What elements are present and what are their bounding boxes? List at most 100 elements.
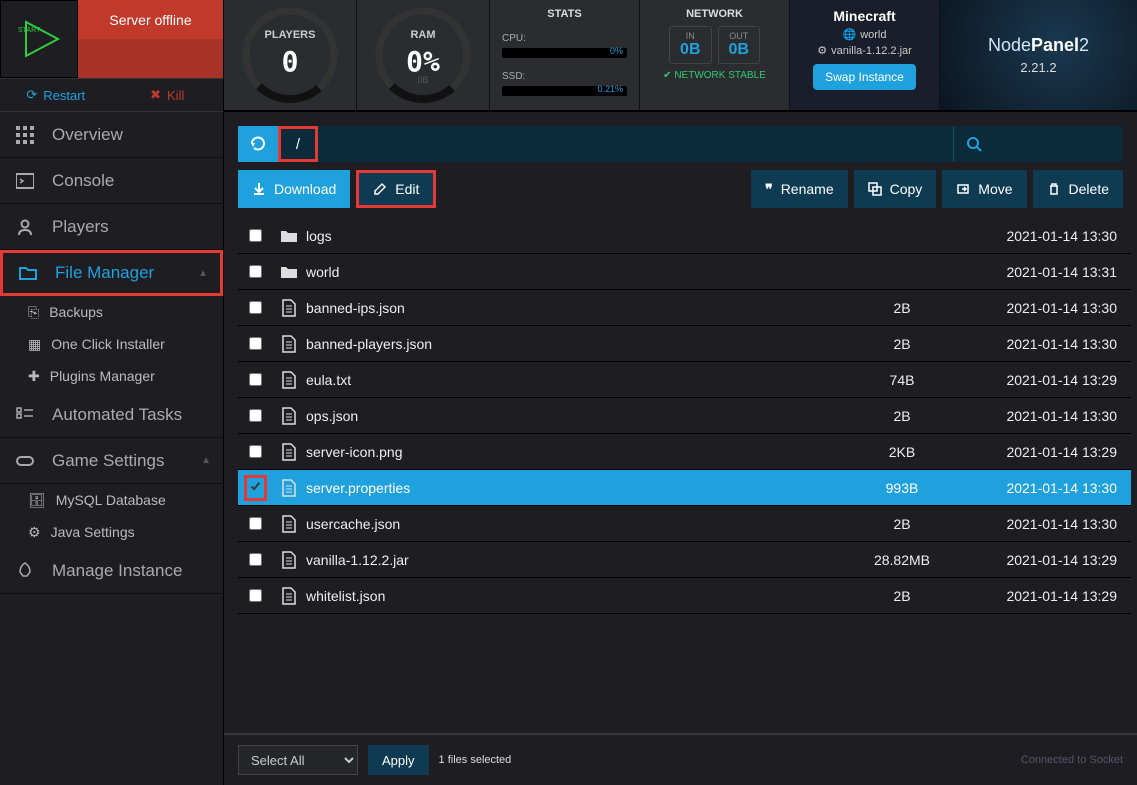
nav-java[interactable]: ⚙ Java Settings (0, 516, 223, 548)
file-checkbox[interactable] (249, 373, 262, 386)
file-name: logs (306, 228, 837, 244)
search-icon (966, 136, 982, 152)
file-checkbox[interactable] (249, 480, 262, 493)
download-icon (252, 182, 266, 196)
file-row[interactable]: whitelist.json2B2021-01-14 13:29 (238, 578, 1131, 614)
file-row[interactable]: vanilla-1.12.2.jar28.82MB2021-01-14 13:2… (238, 542, 1131, 578)
rename-button[interactable]: ❞ Rename (751, 170, 847, 208)
move-icon (956, 182, 970, 196)
nav-players[interactable]: Players (0, 204, 223, 250)
folder-icon (272, 228, 306, 244)
file-checkbox[interactable] (249, 229, 262, 242)
quote-icon: ❞ (765, 181, 773, 198)
nav-file-manager[interactable]: File Manager ▲ (0, 250, 223, 296)
file-date: 2021-01-14 13:29 (967, 552, 1117, 568)
move-button[interactable]: Move (942, 170, 1026, 208)
file-checkbox[interactable] (249, 265, 262, 278)
file-size: 2B (837, 408, 967, 424)
server-status: Server offline (78, 0, 223, 39)
file-name: banned-ips.json (306, 300, 837, 316)
delete-button[interactable]: Delete (1033, 170, 1123, 208)
file-row[interactable]: banned-ips.json2B2021-01-14 13:30 (238, 290, 1131, 326)
rocket-icon (12, 562, 38, 580)
start-button[interactable]: START (0, 0, 78, 78)
folder-icon (15, 264, 41, 282)
file-size: 2B (837, 300, 967, 316)
apply-button[interactable]: Apply (368, 745, 429, 775)
file-icon (272, 407, 306, 425)
stats-panel: STATS CPU:0% SSD:0.21% (490, 0, 640, 110)
nodepanel-logo: NodePanel2 2.21.2 (940, 0, 1137, 110)
file-checkbox[interactable] (249, 409, 262, 422)
terminal-icon (12, 172, 38, 190)
restart-icon: ⟳ (26, 87, 37, 103)
file-size: 2B (837, 588, 967, 604)
file-size: 28.82MB (837, 552, 967, 568)
restart-button[interactable]: ⟳ Restart (0, 79, 112, 111)
file-date: 2021-01-14 13:30 (967, 516, 1117, 532)
refresh-button[interactable] (238, 126, 278, 162)
file-row[interactable]: eula.txt74B2021-01-14 13:29 (238, 362, 1131, 398)
close-icon: ✖ (150, 87, 161, 103)
kill-button[interactable]: ✖ Kill (112, 79, 224, 111)
nav-backups[interactable]: ⎘ Backups (0, 296, 223, 328)
file-checkbox[interactable] (249, 517, 262, 530)
nav-game-settings[interactable]: Game Settings ▲ (0, 438, 223, 484)
file-row[interactable]: banned-players.json2B2021-01-14 13:30 (238, 326, 1131, 362)
file-checkbox[interactable] (249, 445, 262, 458)
socket-status: Connected to Socket (1021, 754, 1123, 766)
minecraft-panel: Minecraft 🌐world ⚙vanilla-1.12.2.jar Swa… (790, 0, 940, 110)
file-date: 2021-01-14 13:30 (967, 336, 1117, 352)
nav-automated-tasks[interactable]: Automated Tasks (0, 392, 223, 438)
file-row[interactable]: ops.json2B2021-01-14 13:30 (238, 398, 1131, 434)
network-panel: NETWORK IN0B OUT0B ✔ NETWORK STABLE (640, 0, 790, 110)
file-icon (272, 479, 306, 497)
file-size: 2B (837, 516, 967, 532)
file-size: 74B (837, 372, 967, 388)
nav-overview[interactable]: Overview (0, 112, 223, 158)
file-date: 2021-01-14 13:30 (967, 408, 1117, 424)
file-row[interactable]: server-icon.png2KB2021-01-14 13:29 (238, 434, 1131, 470)
file-date: 2021-01-14 13:29 (967, 372, 1117, 388)
svg-text:START: START (18, 27, 41, 34)
nav-mysql[interactable]: 🗄 MySQL Database (0, 484, 223, 516)
copy-button[interactable]: Copy (854, 170, 937, 208)
file-icon (272, 299, 306, 317)
file-icon (272, 587, 306, 605)
download-button[interactable]: Download (238, 170, 350, 208)
file-date: 2021-01-14 13:30 (967, 228, 1117, 244)
folder-icon (272, 264, 306, 280)
check-icon: ✔ (663, 70, 671, 81)
file-row[interactable]: server.properties993B2021-01-14 13:30 (238, 470, 1131, 506)
tasks-icon (12, 406, 38, 424)
copy-icon (868, 182, 882, 196)
edit-button[interactable]: Edit (356, 170, 436, 208)
search-input[interactable] (953, 126, 1123, 162)
players-gauge: PLAYERS 0 (224, 0, 357, 110)
select-all-dropdown[interactable]: Select All (238, 745, 358, 775)
file-row[interactable]: world2021-01-14 13:31 (238, 254, 1131, 290)
breadcrumb-root[interactable]: / (278, 126, 318, 162)
nav-plugins[interactable]: ✚ Plugins Manager (0, 360, 223, 392)
file-checkbox[interactable] (249, 589, 262, 602)
file-row[interactable]: logs 2021-01-14 13:30 (238, 218, 1131, 254)
plugin-icon: ✚ (28, 368, 40, 385)
selection-count: 1 files selected (439, 754, 512, 766)
archive-icon: ⎘ (28, 304, 39, 321)
file-name: ops.json (306, 408, 837, 424)
file-row[interactable]: usercache.json2B2021-01-14 13:30 (238, 506, 1131, 542)
globe-icon: 🌐 (843, 28, 857, 41)
file-date: 2021-01-14 13:30 (967, 480, 1117, 496)
trash-icon (1047, 182, 1061, 196)
nav-one-click[interactable]: ▦ One Click Installer (0, 328, 223, 360)
swap-instance-button[interactable]: Swap Instance (813, 64, 916, 90)
file-checkbox[interactable] (249, 553, 262, 566)
file-size: 2KB (837, 444, 967, 460)
file-checkbox[interactable] (249, 301, 262, 314)
file-icon (272, 371, 306, 389)
nav-manage-instance[interactable]: Manage Instance (0, 548, 223, 594)
nav-console[interactable]: Console (0, 158, 223, 204)
ram-gauge: RAM 0% 0B (357, 0, 490, 110)
file-checkbox[interactable] (249, 337, 262, 350)
edit-icon (373, 182, 387, 196)
